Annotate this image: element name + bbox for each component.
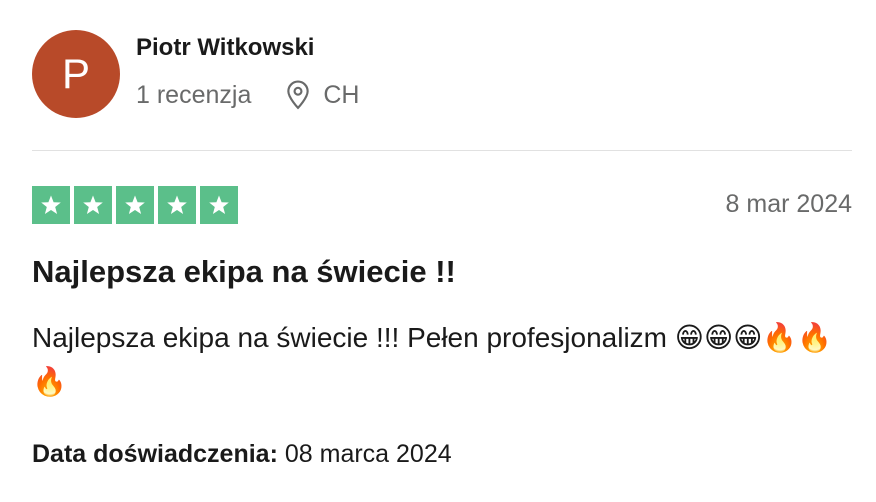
star-icon xyxy=(83,195,103,214)
review-card: P Piotr Witkowski 1 recenzja CH 8 mar 20… xyxy=(0,0,876,502)
star-4 xyxy=(158,186,196,224)
avatar-initial: P xyxy=(61,50,90,97)
star-icon xyxy=(167,195,187,214)
star-rating xyxy=(32,186,238,224)
star-icon xyxy=(125,195,145,214)
map-pin-icon xyxy=(285,80,311,110)
reviewer-name[interactable]: Piotr Witkowski xyxy=(136,34,314,62)
experience-date-label: Data doświadczenia: xyxy=(32,440,278,468)
experience-date-row: Data doświadczenia: 08 marca 2024 xyxy=(32,440,452,469)
review-count: 1 recenzja xyxy=(136,80,252,109)
star-3 xyxy=(116,186,154,224)
experience-date-value: 08 marca 2024 xyxy=(284,440,452,468)
reviewer-country: CH xyxy=(323,80,360,109)
star-icon xyxy=(209,195,229,214)
reviewer-meta: 1 recenzja CH xyxy=(136,80,359,110)
star-icon xyxy=(41,195,61,214)
avatar[interactable]: P xyxy=(32,30,120,118)
review-body: Najlepsza ekipa na świecie !!! Pełen pro… xyxy=(32,322,833,397)
divider xyxy=(32,150,852,151)
review-date: 8 mar 2024 xyxy=(725,190,852,218)
review-title[interactable]: Najlepsza ekipa na świecie !! xyxy=(32,254,456,290)
star-1 xyxy=(32,186,70,224)
star-5 xyxy=(200,186,238,224)
star-2 xyxy=(74,186,112,224)
